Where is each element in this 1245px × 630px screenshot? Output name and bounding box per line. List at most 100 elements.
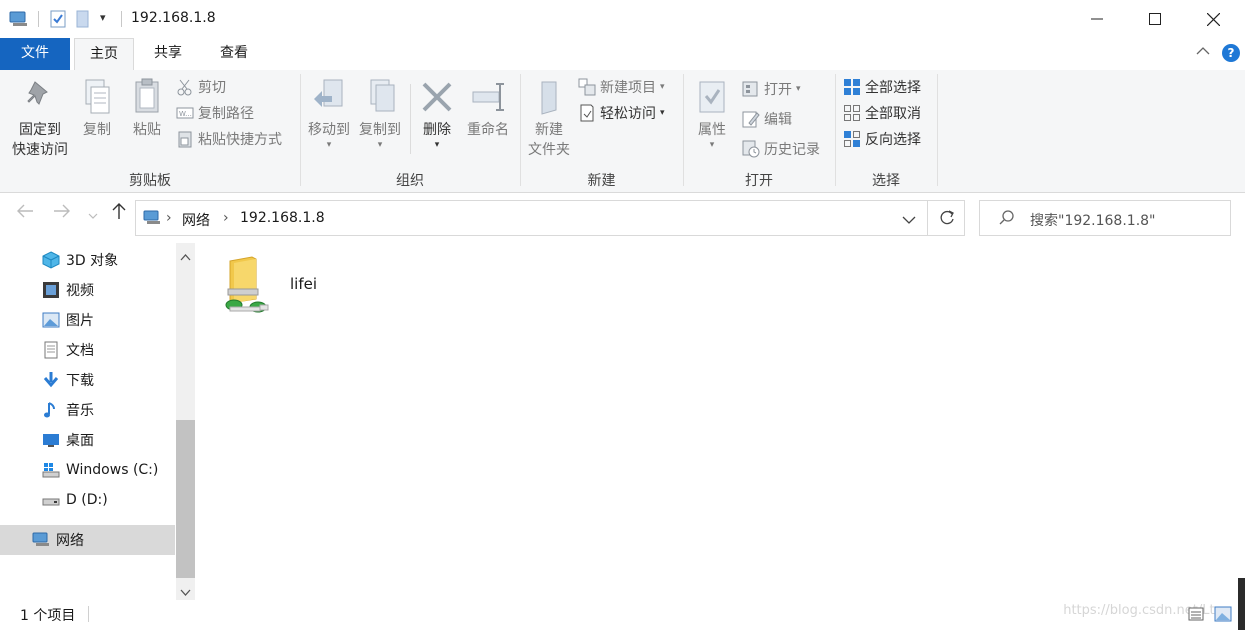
address-bar[interactable]: › 网络 › 192.168.1.8 bbox=[135, 200, 965, 236]
details-view-button[interactable] bbox=[1188, 606, 1204, 626]
properties-icon bbox=[690, 78, 734, 120]
minimize-button[interactable] bbox=[1068, 0, 1126, 38]
scrollbar[interactable] bbox=[176, 243, 195, 600]
sidebar-item-d-d[interactable]: D (D:) bbox=[0, 485, 175, 515]
delete-button[interactable]: 删除 ▾ bbox=[417, 78, 457, 150]
select-none-button[interactable]: 全部取消 bbox=[843, 102, 921, 124]
search-input[interactable]: 搜索"192.168.1.8" bbox=[979, 200, 1231, 236]
title-bar: ▾ 192.168.1.8 bbox=[0, 0, 1245, 38]
refresh-button[interactable] bbox=[938, 209, 956, 231]
tab-share[interactable]: 共享 bbox=[140, 38, 196, 69]
breadcrumb-separator[interactable]: › bbox=[223, 210, 229, 226]
clipboard-group-label: 剪贴板 bbox=[129, 173, 171, 189]
back-button[interactable] bbox=[16, 203, 34, 224]
properties-button[interactable]: 属性 ▾ bbox=[690, 78, 734, 150]
sidebar-item-文档[interactable]: 文档 bbox=[0, 335, 175, 365]
sidebar-item-label: 音乐 bbox=[66, 403, 94, 419]
new-folder-icon[interactable] bbox=[76, 10, 90, 32]
tab-view[interactable]: 查看 bbox=[206, 38, 262, 69]
edit-icon bbox=[742, 110, 760, 128]
minimize-icon bbox=[1091, 18, 1103, 20]
sidebar-item-label: 网络 bbox=[56, 533, 84, 549]
new-folder-button[interactable]: 新建 文件夹 bbox=[524, 78, 574, 160]
maximize-button[interactable] bbox=[1126, 0, 1184, 38]
sidebar-item-windows-c[interactable]: Windows (C:) bbox=[0, 455, 175, 485]
sidebar-item-3d-对象[interactable]: 3D 对象 bbox=[0, 245, 175, 275]
scroll-thumb[interactable] bbox=[176, 420, 195, 578]
copy-label: 复制 bbox=[83, 122, 111, 138]
move-to-button[interactable]: 移动到 ▾ bbox=[305, 78, 353, 150]
sidebar-item-label: 文档 bbox=[66, 343, 94, 359]
move-to-icon bbox=[305, 78, 353, 120]
select-all-button[interactable]: 全部选择 bbox=[843, 76, 921, 98]
new-item-button[interactable]: 新建项目 ▾ bbox=[578, 76, 665, 98]
copy-icon bbox=[78, 78, 116, 120]
breadcrumb-host[interactable]: 192.168.1.8 bbox=[240, 210, 325, 226]
collapse-ribbon-icon[interactable] bbox=[1196, 45, 1210, 60]
sidebar-item-下载[interactable]: 下载 bbox=[0, 365, 175, 395]
sidebar-item-图片[interactable]: 图片 bbox=[0, 305, 175, 335]
ribbon: 固定到 快速访问 复制 粘贴 剪切 W... 复制路径 粘贴快捷方式 剪贴板 移… bbox=[0, 70, 1245, 193]
chevron-down-icon bbox=[180, 589, 191, 596]
scroll-down-button[interactable] bbox=[180, 585, 191, 601]
cut-button[interactable]: 剪切 bbox=[176, 76, 282, 98]
properties-label: 属性 bbox=[698, 122, 726, 138]
sidebar-item-网络[interactable]: 网络 bbox=[0, 525, 175, 555]
rename-icon bbox=[462, 78, 514, 120]
history-button[interactable]: 历史记录 bbox=[742, 138, 820, 160]
separator bbox=[121, 11, 122, 27]
sidebar-item-视频[interactable]: 视频 bbox=[0, 275, 175, 305]
breadcrumb-network[interactable]: 网络 bbox=[182, 210, 210, 230]
invert-selection-button[interactable]: 反向选择 bbox=[843, 128, 921, 150]
large-icons-view-button[interactable] bbox=[1214, 605, 1232, 627]
copy-path-button[interactable]: W... 复制路径 bbox=[176, 102, 282, 124]
edit-label: 编辑 bbox=[764, 112, 792, 128]
paste-button[interactable]: 粘贴 bbox=[126, 78, 168, 140]
copy-to-button[interactable]: 复制到 ▾ bbox=[356, 78, 404, 150]
list-item[interactable]: lifei bbox=[222, 255, 342, 319]
easy-access-button[interactable]: 轻松访问 ▾ bbox=[578, 102, 665, 124]
recent-locations-button[interactable] bbox=[88, 205, 98, 226]
video-icon bbox=[42, 281, 60, 299]
scroll-up-button[interactable] bbox=[180, 249, 191, 265]
help-icon[interactable]: ? bbox=[1222, 44, 1240, 62]
tab-home[interactable]: 主页 bbox=[74, 38, 134, 71]
item-count: 1 个项目 bbox=[20, 608, 76, 624]
pin-to-quick-access-button[interactable]: 固定到 快速访问 bbox=[6, 78, 74, 160]
paste-shortcut-button[interactable]: 粘贴快捷方式 bbox=[176, 128, 282, 150]
chevron-up-icon bbox=[180, 254, 191, 261]
edit-button[interactable]: 编辑 bbox=[742, 108, 820, 130]
separator bbox=[38, 11, 39, 27]
music-icon bbox=[42, 401, 60, 419]
svg-text:W...: W... bbox=[179, 110, 192, 118]
sidebar-item-label: 视频 bbox=[66, 283, 94, 299]
customize-quick-access-icon[interactable]: ▾ bbox=[100, 11, 106, 24]
delete-dropdown-icon: ▾ bbox=[434, 140, 440, 150]
network-computer-icon bbox=[9, 10, 31, 32]
open-group-label: 打开 bbox=[745, 173, 773, 189]
up-button[interactable] bbox=[111, 202, 127, 225]
delete-icon bbox=[417, 78, 457, 120]
chevron-down-icon bbox=[88, 213, 98, 219]
status-bar: 1 个项目 https://blog.csdn.net/Lt... bbox=[0, 578, 1245, 630]
copy-button[interactable]: 复制 bbox=[78, 78, 116, 140]
item-name: lifei bbox=[290, 275, 318, 293]
sidebar-item-桌面[interactable]: 桌面 bbox=[0, 425, 175, 455]
select-group-label: 选择 bbox=[872, 173, 900, 189]
properties-check-icon[interactable] bbox=[50, 10, 66, 32]
rename-button[interactable]: 重命名 bbox=[462, 78, 514, 140]
sidebar-item-label: Windows (C:) bbox=[66, 462, 159, 478]
sidebar-item-音乐[interactable]: 音乐 bbox=[0, 395, 175, 425]
address-history-dropdown[interactable] bbox=[902, 213, 916, 229]
copy-to-dropdown-icon: ▾ bbox=[377, 140, 383, 150]
close-button[interactable] bbox=[1184, 0, 1242, 38]
maximize-icon bbox=[1149, 13, 1161, 25]
tab-file[interactable]: 文件 bbox=[0, 38, 70, 70]
open-button[interactable]: 打开 ▾ bbox=[742, 78, 820, 100]
copy-path-icon: W... bbox=[176, 104, 194, 122]
forward-button[interactable] bbox=[53, 203, 71, 224]
sidebar-item-label: D (D:) bbox=[66, 492, 108, 508]
new-folder-label-line1: 新建 bbox=[535, 122, 563, 138]
breadcrumb-separator[interactable]: › bbox=[166, 210, 172, 226]
properties-dropdown-icon: ▾ bbox=[709, 140, 715, 150]
